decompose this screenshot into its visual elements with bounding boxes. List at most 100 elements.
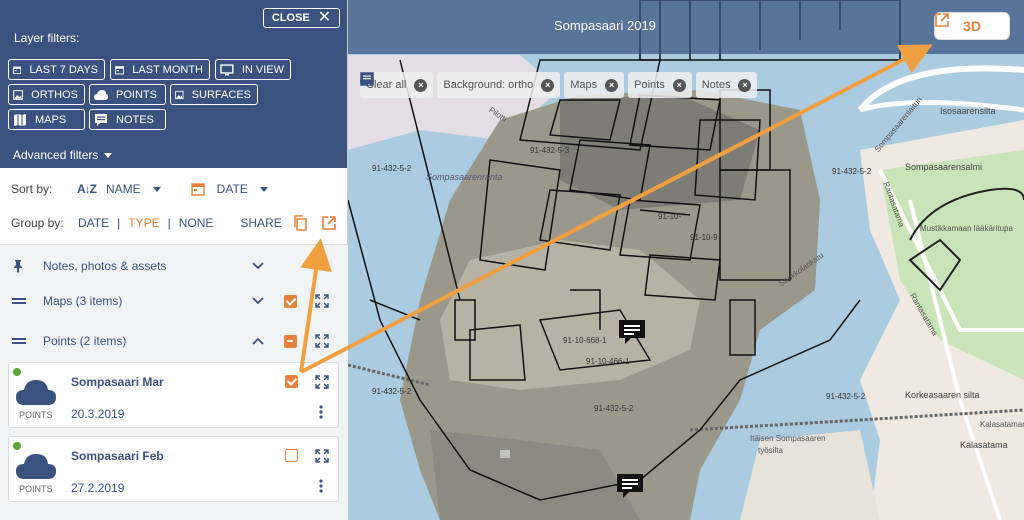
parcel-label: 91-432-5-2 <box>832 167 872 176</box>
sort-row: Sort by: A↓Z NAME DATE <box>11 182 268 196</box>
filter-in-view[interactable]: IN VIEW <box>215 59 291 80</box>
group-label: Maps (3 items) <box>43 294 123 308</box>
group-by-none[interactable]: NONE <box>179 216 214 230</box>
note-icon <box>95 113 107 126</box>
open-3d-label: 3D <box>963 18 981 34</box>
sort-by-date[interactable]: DATE <box>190 182 268 196</box>
chip-background[interactable]: Background: ortho × <box>360 72 561 98</box>
filter-points[interactable]: POINTS <box>89 84 166 105</box>
panel-header: CLOSE ✕ Layer filters: LAST 7 DAYS LAST … <box>0 0 347 168</box>
item-date: 27.2.2019 <box>71 481 125 495</box>
expand-icon[interactable] <box>315 375 329 389</box>
more-vertical-icon[interactable] <box>319 479 323 493</box>
drag-handle-icon[interactable] <box>12 297 26 305</box>
note-marker-icon[interactable] <box>617 318 647 346</box>
note-marker-icon[interactable] <box>615 472 645 500</box>
status-dot <box>13 368 21 376</box>
group-points[interactable]: Points (2 items) <box>0 323 348 359</box>
drag-handle-icon[interactable] <box>12 337 26 345</box>
filter-label: SURFACES <box>191 88 251 101</box>
filter-last-7-days[interactable]: LAST 7 DAYS <box>8 59 105 80</box>
layer-item-card[interactable]: POINTS Sompasaari Feb 27.2.2019 <box>8 436 339 502</box>
group-by-type[interactable]: TYPE <box>128 216 159 230</box>
calendar-icon <box>13 66 22 74</box>
layer-item-card[interactable]: POINTS Sompasaari Mar 20.3.2019 <box>8 362 339 428</box>
separator: | <box>117 216 121 230</box>
caret-down-icon <box>104 152 113 158</box>
filter-last-month[interactable]: LAST MONTH <box>110 59 210 80</box>
group-notes-photos-assets[interactable]: Notes, photos & assets <box>0 248 348 284</box>
close-button[interactable]: CLOSE ✕ <box>263 8 340 28</box>
calendar-icon <box>115 65 125 74</box>
group-maps[interactable]: Maps (3 items) <box>0 283 348 319</box>
chip-label: Points <box>634 79 665 91</box>
map-header-bar <box>348 0 1024 54</box>
status-dot <box>13 442 21 450</box>
remove-chip-icon[interactable]: × <box>672 78 686 92</box>
chevron-down-icon[interactable] <box>252 297 264 305</box>
remove-chip-icon[interactable]: × <box>605 78 619 92</box>
parcel-label: 91-432-5-2 <box>826 392 866 401</box>
filter-orthos[interactable]: ORTHOS <box>8 84 85 105</box>
road-label: Mustikkamaan lääkäritupa <box>920 224 1013 233</box>
group-checkbox[interactable] <box>284 294 297 308</box>
image-icon <box>175 90 184 99</box>
external-link-icon <box>935 13 949 27</box>
remove-chip-icon[interactable]: × <box>414 78 428 92</box>
map-title: Sompasaari 2019 <box>554 18 656 33</box>
chip-label: Maps <box>570 79 598 91</box>
more-vertical-icon[interactable] <box>319 405 323 419</box>
external-link-icon[interactable] <box>321 216 336 230</box>
filter-notes[interactable]: NOTES <box>89 109 166 130</box>
chip-notes[interactable]: Notes × <box>361 72 758 98</box>
remove-chip-icon[interactable]: × <box>738 78 752 92</box>
filter-label: MAPS <box>35 113 67 126</box>
item-type: POINTS <box>19 410 53 420</box>
filter-surfaces[interactable]: SURFACES <box>170 84 258 105</box>
cloud-icon <box>94 89 108 100</box>
item-checkbox[interactable] <box>285 375 298 388</box>
expand-icon[interactable] <box>315 449 329 463</box>
calendar-icon <box>190 183 205 196</box>
monitor-icon <box>220 63 234 75</box>
group-label: Notes, photos & assets <box>43 259 167 273</box>
expand-icon[interactable] <box>315 334 329 348</box>
parcel-label: 91-432-5-2 <box>372 164 412 173</box>
sort-name-label: NAME <box>106 182 141 196</box>
filter-maps[interactable]: MAPS <box>8 109 85 130</box>
copy-icon[interactable] <box>292 215 308 231</box>
filter-label: LAST MONTH <box>132 63 203 76</box>
remove-chip-icon[interactable]: × <box>541 78 555 92</box>
note-icon <box>361 73 373 85</box>
chevron-up-icon[interactable] <box>252 337 264 345</box>
open-3d-button[interactable]: 3D <box>934 12 1010 40</box>
group-label: Points (2 items) <box>43 334 127 348</box>
advanced-filters-toggle[interactable]: Advanced filters <box>13 148 113 162</box>
cloud-icon <box>16 454 56 479</box>
group-checkbox[interactable] <box>284 334 297 348</box>
group-by-date[interactable]: DATE <box>78 216 109 230</box>
item-name: Sompasaari Mar <box>71 375 164 389</box>
chip-points[interactable]: Points × <box>360 72 692 98</box>
chevron-down-icon[interactable] <box>252 262 264 270</box>
chip-maps[interactable]: Maps × <box>361 72 625 98</box>
share-label: SHARE <box>240 216 282 230</box>
road-label: Kalasataman <box>980 420 1024 429</box>
sort-date-label: DATE <box>216 182 248 196</box>
close-icon: ✕ <box>317 9 332 26</box>
filter-label: NOTES <box>116 113 154 126</box>
sort-by-name[interactable]: A↓Z NAME <box>77 182 161 196</box>
place-label: Sompasaarenranta <box>426 172 503 182</box>
parcel-label: 91-10- <box>658 212 682 221</box>
sort-by-label: Sort by: <box>11 182 53 196</box>
place-label: Kalasatama <box>960 440 1008 450</box>
pin-icon <box>14 260 22 273</box>
expand-icon[interactable] <box>315 294 329 308</box>
item-type: POINTS <box>19 484 53 494</box>
filter-label: ORTHOS <box>31 88 78 101</box>
place-label: Sompasaarensalmi <box>905 162 983 172</box>
layers-panel: CLOSE ✕ Layer filters: LAST 7 DAYS LAST … <box>0 0 348 520</box>
cloud-icon <box>16 380 56 405</box>
item-checkbox[interactable] <box>285 449 298 462</box>
advanced-filters-label: Advanced filters <box>13 148 99 162</box>
